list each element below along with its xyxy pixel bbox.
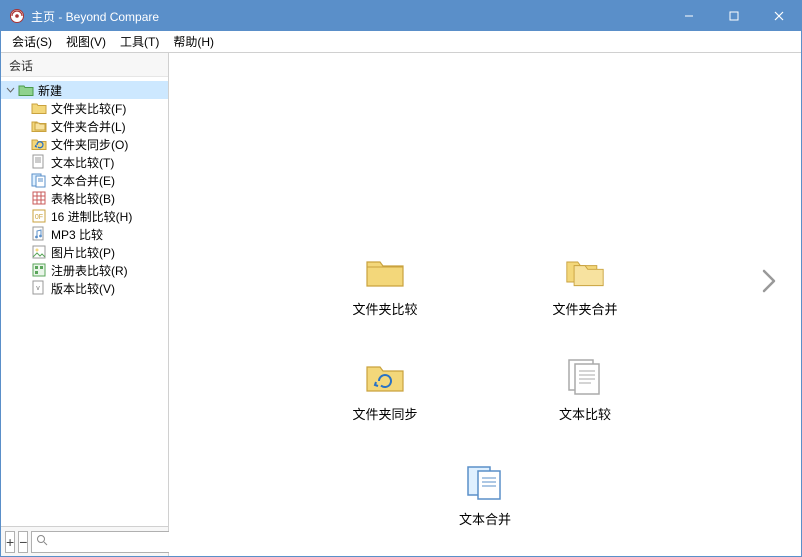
tree-item-picture-compare[interactable]: 图片比较(P) — [1, 243, 168, 261]
folder-sync-icon — [365, 358, 405, 396]
menu-tools[interactable]: 工具(T) — [113, 31, 166, 52]
tree-item-version-compare[interactable]: v 版本比较(V) — [1, 279, 168, 297]
tree-item-hex-compare[interactable]: 0F 16 进制比较(H) — [1, 207, 168, 225]
picture-icon — [31, 244, 47, 260]
folder-icon — [365, 253, 405, 291]
text-icon — [565, 358, 605, 396]
registry-icon — [31, 262, 47, 278]
next-page-button[interactable] — [755, 263, 783, 299]
minimize-button[interactable] — [666, 1, 711, 31]
mp3-icon — [31, 226, 47, 242]
folder-sync-icon — [31, 136, 47, 152]
tree-root-new[interactable]: 新建 — [1, 81, 168, 99]
tree-item-label: 注册表比较(R) — [51, 262, 128, 279]
menu-bar: 会话(S) 视图(V) 工具(T) 帮助(H) — [1, 31, 801, 53]
title-bar: 主页 - Beyond Compare — [1, 1, 801, 31]
app-icon — [9, 8, 25, 24]
tile-text-merge[interactable]: 文本合并 — [430, 463, 540, 528]
table-icon — [31, 190, 47, 206]
main-content: 文件夹比较 文件夹合并 文件夹同步 — [169, 53, 801, 556]
tile-label: 文件夹同步 — [352, 404, 417, 423]
tile-label: 文本合并 — [459, 509, 511, 528]
tile-folder-merge[interactable]: 文件夹合并 — [530, 253, 640, 318]
tree-root-label: 新建 — [38, 82, 62, 99]
menu-session[interactable]: 会话(S) — [5, 31, 59, 52]
folder-icon — [31, 100, 47, 116]
text-merge-icon — [31, 172, 47, 188]
tree-item-label: 16 进制比较(H) — [51, 208, 132, 225]
close-button[interactable] — [756, 1, 801, 31]
tree-item-folder-sync[interactable]: 文件夹同步(O) — [1, 135, 168, 153]
hex-icon: 0F — [31, 208, 47, 224]
sidebar: 会话 新建 文件夹比较(F) 文件夹合并(L) 文件夹同 — [1, 53, 169, 556]
tree-item-label: 文件夹比较(F) — [51, 100, 126, 117]
collapse-icon[interactable] — [5, 85, 16, 96]
tile-label: 文件夹比较 — [352, 299, 417, 318]
folder-open-icon — [18, 82, 34, 98]
folder-merge-icon — [565, 253, 605, 291]
tree-item-text-merge[interactable]: 文本合并(E) — [1, 171, 168, 189]
tree-item-mp3-compare[interactable]: MP3 比较 — [1, 225, 168, 243]
tree-item-label: 文本合并(E) — [51, 172, 115, 189]
sidebar-header: 会话 — [1, 53, 168, 77]
version-icon: v — [31, 280, 47, 296]
tree-item-label: 文件夹合并(L) — [51, 118, 126, 135]
add-button[interactable]: + — [5, 531, 15, 553]
tree-item-label: 文本比较(T) — [51, 154, 114, 171]
tree-item-folder-merge[interactable]: 文件夹合并(L) — [1, 117, 168, 135]
tile-folder-sync[interactable]: 文件夹同步 — [330, 358, 440, 423]
text-merge-icon — [465, 463, 505, 501]
tree-item-folder-compare[interactable]: 文件夹比较(F) — [1, 99, 168, 117]
svg-text:v: v — [36, 285, 40, 292]
tile-text-compare[interactable]: 文本比较 — [530, 358, 640, 423]
tile-folder-compare[interactable]: 文件夹比较 — [330, 253, 440, 318]
text-icon — [31, 154, 47, 170]
tree-item-text-compare[interactable]: 文本比较(T) — [1, 153, 168, 171]
maximize-button[interactable] — [711, 1, 756, 31]
tree-item-label: 表格比较(B) — [51, 190, 115, 207]
menu-view[interactable]: 视图(V) — [59, 31, 113, 52]
tile-label: 文件夹合并 — [552, 299, 617, 318]
folder-merge-icon — [31, 118, 47, 134]
window-title: 主页 - Beyond Compare — [31, 8, 666, 25]
tree-item-label: MP3 比较 — [51, 226, 103, 243]
search-icon — [36, 534, 48, 549]
tile-label: 文本比较 — [559, 404, 611, 423]
tree-item-label: 图片比较(P) — [51, 244, 115, 261]
tree-item-registry-compare[interactable]: 注册表比较(R) — [1, 261, 168, 279]
tree-item-label: 版本比较(V) — [51, 280, 115, 297]
menu-help[interactable]: 帮助(H) — [166, 31, 221, 52]
tree-item-table-compare[interactable]: 表格比较(B) — [1, 189, 168, 207]
tile-grid: 文件夹比较 文件夹合并 文件夹同步 — [169, 253, 801, 528]
tree-item-label: 文件夹同步(O) — [51, 136, 128, 153]
svg-text:0F: 0F — [35, 214, 43, 221]
remove-button[interactable]: − — [18, 531, 28, 553]
sidebar-toolbar: + − — [1, 526, 168, 556]
session-tree: 新建 文件夹比较(F) 文件夹合并(L) 文件夹同步(O) 文本比较(T) 文本… — [1, 77, 168, 526]
